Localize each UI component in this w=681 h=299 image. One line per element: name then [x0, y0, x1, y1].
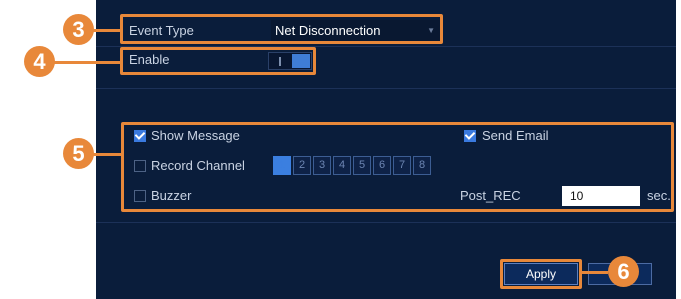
highlight-box-enable [120, 47, 316, 75]
callout-connector [580, 271, 608, 274]
divider [96, 88, 676, 89]
callout-4: 4 [24, 46, 55, 77]
callout-connector [54, 61, 121, 64]
highlight-box-options [121, 122, 674, 212]
callout-3: 3 [63, 14, 94, 45]
highlight-box-event-type [120, 14, 443, 44]
callout-6: 6 [608, 256, 639, 287]
callout-connector [93, 153, 122, 156]
divider [96, 222, 676, 223]
callout-5: 5 [63, 138, 94, 169]
callout-connector [93, 29, 121, 32]
highlight-box-apply [500, 259, 582, 289]
